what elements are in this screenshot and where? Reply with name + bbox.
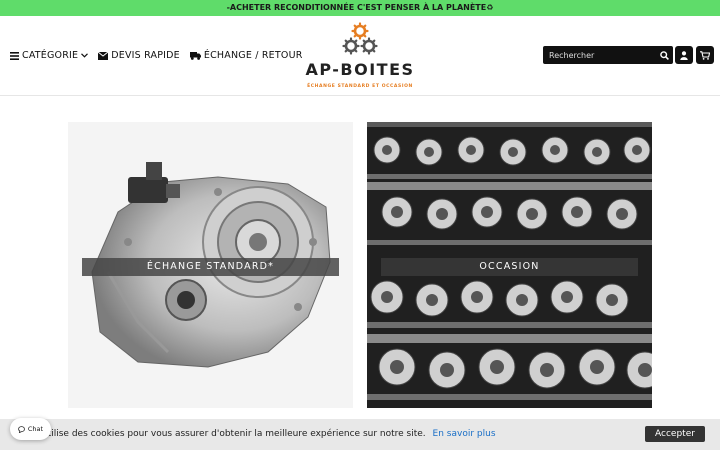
cart-icon [700,50,710,60]
tile-echange-label: ÉCHANGE STANDARD* [82,258,339,276]
logo-wordmark: AP-BOITES [305,60,415,79]
chevron-down-icon [81,53,89,58]
site-logo[interactable]: AP-BOITES ÉCHANGE STANDARD ET OCCASION [300,22,420,96]
recycle-icon: ♻ [486,3,494,12]
nav-devis-label: DEVIS RAPIDE [111,50,180,61]
cookie-banner: utilise des cookies pour vous assurer d'… [0,419,720,450]
tile-echange-standard[interactable]: ÉCHANGE STANDARD* [68,122,353,408]
cookie-accept-button[interactable]: Accepter [645,426,705,442]
account-button[interactable] [675,46,693,64]
tile-occasion-label: OCCASION [381,258,638,276]
chat-label: Chat [27,425,44,433]
announcement-bar: -ACHETER RECONDITIONNÉE C'EST PENSER À L… [0,0,720,16]
cookie-text: utilise des cookies pour vous assurer d'… [42,429,426,439]
nav-echange-label: ÉCHANGE / RETOUR [203,50,303,61]
cookie-message: utilise des cookies pour vous assurer d'… [42,429,496,439]
search-icon [659,50,669,60]
hamburger-icon [10,51,19,60]
search-bar [543,46,673,64]
announcement-text: -ACHETER RECONDITIONNÉE C'EST PENSER À L… [226,3,487,12]
main-nav: CATÉGORIE DEVIS RAPIDE ÉCHANGE / RETOUR [10,50,303,61]
cart-button[interactable] [696,46,714,64]
nav-categorie[interactable]: CATÉGORIE [10,50,89,61]
chat-bubble-icon [18,425,25,433]
user-icon [680,50,688,60]
search-button[interactable] [655,46,673,64]
chat-button[interactable]: Chat [10,418,51,440]
logo-tagline: ÉCHANGE STANDARD ET OCCASION [307,84,413,89]
nav-categorie-label: CATÉGORIE [22,50,79,61]
nav-echange-retour[interactable]: ÉCHANGE / RETOUR [189,50,303,61]
tile-occasion[interactable]: OCCASION [367,122,652,408]
gears-logo-icon [342,22,378,55]
nav-devis-rapide[interactable]: DEVIS RAPIDE [98,50,180,61]
truck-icon [189,51,201,60]
site-header: CATÉGORIE DEVIS RAPIDE ÉCHANGE / RETOUR [0,16,720,96]
envelope-icon [98,51,109,60]
cookie-learn-more-link[interactable]: En savoir plus [433,429,496,439]
search-input[interactable] [543,50,655,60]
